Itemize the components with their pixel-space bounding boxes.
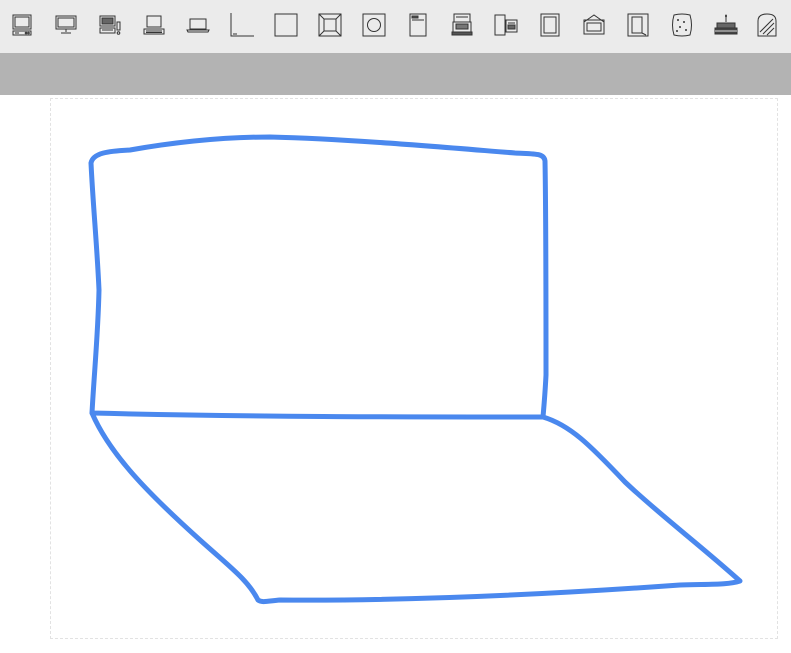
monitor-icon[interactable] [53, 12, 79, 38]
laptop-screen-outline[interactable] [88, 134, 549, 420]
circle-in-square-icon[interactable] [361, 12, 387, 38]
device-pair-icon[interactable] [493, 12, 519, 38]
secondary-bar [0, 53, 791, 95]
cake-icon[interactable] [713, 12, 739, 38]
notebook-icon[interactable] [185, 12, 211, 38]
workstation-icon[interactable] [97, 12, 123, 38]
beveled-frame-icon[interactable] [317, 12, 343, 38]
document-icon[interactable] [405, 12, 431, 38]
laptop-icon[interactable] [141, 12, 167, 38]
drawing-canvas[interactable] [0, 95, 791, 653]
shape-toolbar [0, 0, 791, 53]
laptop-base-outline[interactable] [89, 410, 743, 605]
square-icon[interactable] [273, 12, 299, 38]
hanging-frame-icon[interactable] [581, 12, 607, 38]
bread-slice-icon[interactable] [754, 12, 780, 38]
drawing-app [0, 0, 791, 653]
dotted-shape-icon[interactable] [669, 12, 695, 38]
tall-frame-icon[interactable] [625, 12, 651, 38]
corner-line-icon[interactable] [229, 12, 255, 38]
desktop-computer-icon[interactable] [9, 12, 35, 38]
laptop-sketch[interactable] [0, 95, 791, 653]
picture-frame-icon[interactable] [537, 12, 563, 38]
printer-icon[interactable] [449, 12, 475, 38]
